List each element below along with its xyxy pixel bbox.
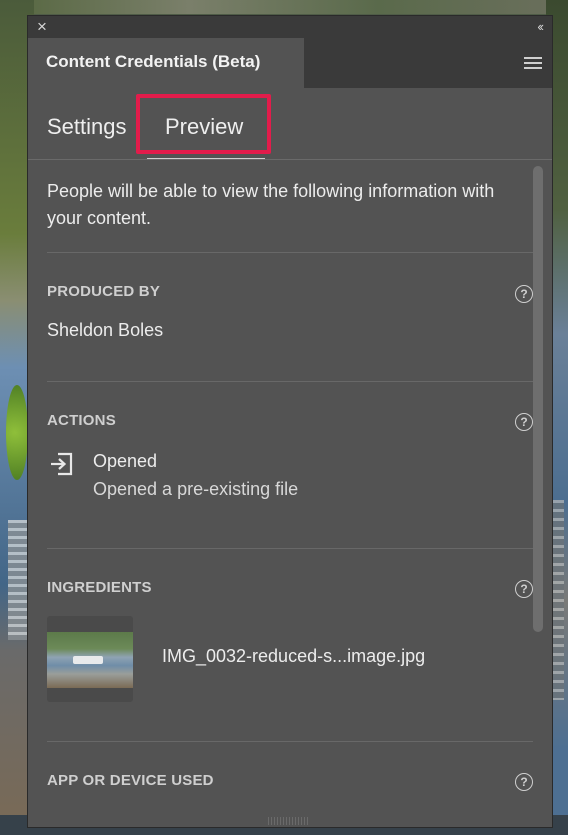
collapse-panel-icon[interactable]: ‹‹	[537, 18, 544, 36]
panel-tab-content-credentials[interactable]: Content Credentials (Beta)	[28, 38, 304, 88]
help-icon[interactable]: ?	[515, 773, 533, 791]
section-label: PRODUCED BY	[47, 283, 161, 300]
producer-name: Sheldon Boles	[47, 320, 164, 340]
ingredient-filename: IMG_0032-reduced-s...image.jpg	[162, 646, 426, 666]
import-file-icon	[51, 452, 73, 476]
hamburger-menu-icon[interactable]	[524, 57, 542, 69]
content-credentials-panel: × ‹‹ Content Credentials (Beta) Settings…	[28, 16, 552, 827]
resize-grip[interactable]	[268, 817, 308, 825]
action-item: Opened Opened a pre-existing file	[47, 449, 533, 509]
help-icon[interactable]: ?	[515, 580, 533, 598]
help-icon[interactable]: ?	[515, 285, 533, 303]
ingredient-item[interactable]: IMG_0032-reduced-s...image.jpg	[47, 616, 533, 702]
tab-settings[interactable]: Settings	[47, 114, 127, 140]
panel-titlebar: × ‹‹	[28, 16, 552, 38]
action-description: Opened a pre-existing file	[93, 479, 299, 499]
section-label: APP OR DEVICE USED	[47, 772, 214, 789]
help-icon[interactable]: ?	[515, 413, 533, 431]
section-label: ACTIONS	[47, 412, 116, 429]
app-device-section: APP OR DEVICE USED ?	[47, 742, 533, 810]
preview-scroll-area[interactable]: People will be able to view the followin…	[28, 160, 552, 810]
actions-section: ACTIONS ? Opened Opened a pre-existing f…	[47, 382, 533, 548]
panel-tabstrip: Content Credentials (Beta)	[28, 38, 552, 88]
scrollbar-thumb[interactable]	[533, 166, 543, 632]
preview-content: People will be able to view the followin…	[47, 160, 533, 810]
section-label: INGREDIENTS	[47, 579, 152, 596]
produced-by-section: PRODUCED BY ? Sheldon Boles	[47, 253, 533, 381]
ingredients-section: INGREDIENTS ? IMG_0032-reduced-s...image…	[47, 549, 533, 741]
intro-text: People will be able to view the followin…	[47, 181, 495, 228]
scrollbar-track[interactable]	[532, 160, 544, 810]
tab-preview[interactable]: Preview	[165, 114, 243, 140]
close-icon[interactable]: ×	[37, 17, 47, 37]
lake-dock-photo-thumbnail	[47, 616, 133, 702]
action-title: Opened	[93, 451, 158, 471]
